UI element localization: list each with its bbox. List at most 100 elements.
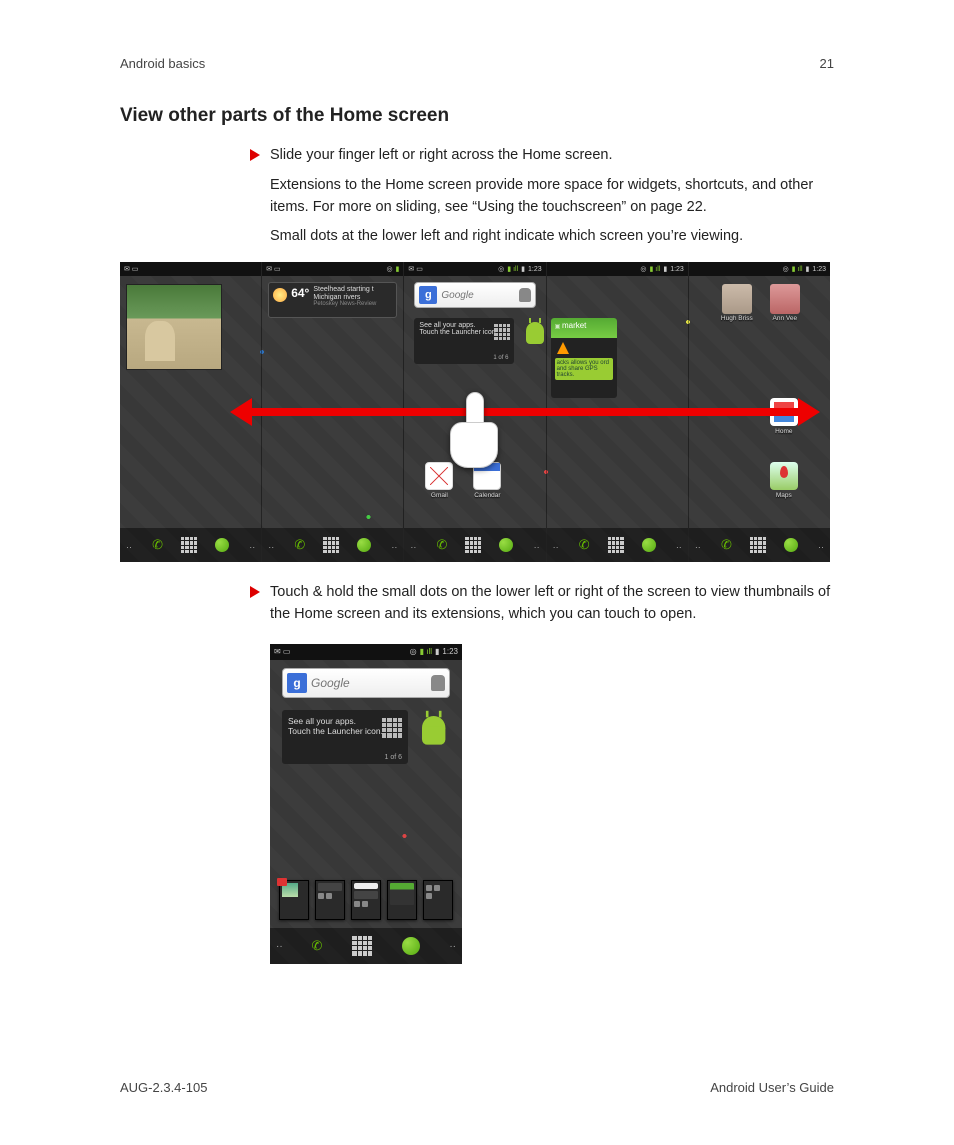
phone-icon[interactable]: ✆ <box>312 938 323 954</box>
thumbnail-2[interactable] <box>315 880 345 920</box>
mic-icon[interactable] <box>431 675 445 691</box>
tip-bubble[interactable]: See all your apps. Touch the Launcher ic… <box>282 710 408 764</box>
search-widget[interactable]: g <box>414 282 535 308</box>
thumbnail-3[interactable] <box>351 880 381 920</box>
phone-icon[interactable]: ✆ <box>294 537 305 553</box>
bullet-icon <box>250 586 260 598</box>
pager-dots-right[interactable]: ·· <box>818 542 824 552</box>
browser-icon[interactable] <box>402 937 420 955</box>
signal-icon: ▮ ıll <box>792 265 803 273</box>
launcher-icon[interactable] <box>750 537 766 553</box>
header-left: Android basics <box>120 56 205 71</box>
header-page-number: 21 <box>820 56 834 71</box>
dock: ✆ ·· ·· <box>270 928 462 964</box>
signal-icon: ▮ ıll <box>420 647 432 656</box>
browser-icon[interactable] <box>357 538 371 552</box>
pager-dots-left[interactable]: ·· <box>695 542 701 552</box>
google-g-icon: g <box>287 673 307 693</box>
mic-icon[interactable] <box>519 288 531 302</box>
market-title: market <box>562 321 586 330</box>
phone-icon[interactable]: ✆ <box>437 537 448 553</box>
launcher-icon[interactable] <box>608 537 624 553</box>
app-label: Calendar <box>470 492 504 499</box>
shortcut-maps[interactable]: Maps <box>767 462 801 499</box>
body-block-1: Slide your finger left or right across t… <box>250 145 834 248</box>
pager-dots-right[interactable]: ·· <box>534 542 540 552</box>
footer-doc-id: AUG-2.3.4-105 <box>120 1080 207 1095</box>
page-footer: AUG-2.3.4-105 Android User’s Guide <box>120 1080 834 1095</box>
pager-dots-left[interactable]: ·· <box>276 941 283 952</box>
phone-icon[interactable]: ✆ <box>579 537 590 553</box>
pager-dots-left[interactable]: ·· <box>410 542 416 552</box>
launcher-icon[interactable] <box>465 537 481 553</box>
signal-icon: ▮ ıll <box>507 265 518 273</box>
mail-icon: ✉ ▭ <box>408 265 422 273</box>
dock: ✆ ·· ·· <box>120 528 261 562</box>
tip-bubble[interactable]: See all your apps. Touch the Launcher ic… <box>414 318 514 364</box>
status-bar: ◎▮ ıll▮1:23 <box>547 262 688 276</box>
thumbnail-1[interactable] <box>279 880 309 920</box>
search-input[interactable] <box>311 676 427 690</box>
dock: ✆ ·· ·· <box>547 528 688 562</box>
signal-icon: ▮ <box>396 265 400 273</box>
pager-dots-right[interactable]: ·· <box>449 941 456 952</box>
thumbnail-4[interactable] <box>387 880 417 920</box>
section-title: View other parts of the Home screen <box>120 105 834 127</box>
status-bar: ✉ ▭ <box>120 262 261 276</box>
pager-dots-right[interactable]: ·· <box>676 542 682 552</box>
gps-icon: ◎ <box>498 265 504 273</box>
android-mascot-icon <box>422 716 445 745</box>
browser-icon[interactable] <box>499 538 513 552</box>
market-widget[interactable]: ▣ market acks allows you ord and share G… <box>551 318 617 398</box>
battery-icon: ▮ <box>806 265 810 273</box>
tip-count: 1 of 6 <box>493 355 508 361</box>
weather-source: Petoskey News-Review <box>313 301 376 308</box>
app-label: Maps <box>767 492 801 499</box>
app-label: Home <box>767 428 801 435</box>
pager-dots-right[interactable]: ·· <box>249 542 255 552</box>
launcher-icon[interactable] <box>323 537 339 553</box>
contact-hugh[interactable]: Hugh Briss <box>719 284 755 322</box>
pager-dots-left[interactable]: ·· <box>553 542 559 552</box>
contact-ann[interactable]: Ann Vee <box>767 284 803 322</box>
pager-dots-left[interactable]: ·· <box>126 542 132 552</box>
body-block-2: Touch & hold the small dots on the lower… <box>250 582 834 626</box>
phone-icon[interactable]: ✆ <box>721 537 732 553</box>
mail-icon: ✉ ▭ <box>266 265 280 273</box>
page-header: Android basics 21 <box>120 56 834 71</box>
search-input[interactable] <box>441 290 514 301</box>
bullet-2: Touch & hold the small dots on the lower… <box>270 582 834 626</box>
para-1: Extensions to the Home screen provide mo… <box>270 175 834 219</box>
google-g-icon: g <box>419 286 437 304</box>
bullet-1: Slide your finger left or right across t… <box>270 145 613 167</box>
thumbnail-5[interactable] <box>423 880 453 920</box>
sun-icon <box>273 288 287 302</box>
swipe-arrow-icon <box>250 408 800 416</box>
browser-icon[interactable] <box>784 538 798 552</box>
app-label: Gmail <box>422 492 456 499</box>
launcher-icon[interactable] <box>352 936 372 956</box>
pager-dots-left[interactable]: ·· <box>268 542 274 552</box>
dock: ✆ ·· ·· <box>404 528 545 562</box>
photo-widget[interactable] <box>126 284 222 370</box>
mail-icon: ✉ ▭ <box>274 647 290 656</box>
para-2: Small dots at the lower left and right i… <box>270 226 834 248</box>
battery-icon: ▮ <box>663 265 667 273</box>
weather-widget[interactable]: 64° Steelhead starting t Michigan rivers… <box>268 282 397 318</box>
browser-icon[interactable] <box>642 538 656 552</box>
pager-dots-right[interactable]: ·· <box>391 542 397 552</box>
phone-icon[interactable]: ✆ <box>152 537 163 553</box>
shortcut-home[interactable]: Home <box>767 398 801 435</box>
status-bar: ✉ ▭ ◎▮ ıll▮1:23 <box>270 644 462 660</box>
gps-icon: ◎ <box>410 647 417 656</box>
launcher-icon[interactable] <box>181 537 197 553</box>
tip-count: 1 of 6 <box>384 754 402 761</box>
weather-news-1: Steelhead starting t <box>313 286 376 294</box>
mail-icon: ✉ ▭ <box>124 265 138 273</box>
android-mascot-icon <box>526 322 544 344</box>
clock: 1:23 <box>528 266 542 273</box>
search-widget[interactable]: g <box>282 668 450 698</box>
browser-icon[interactable] <box>215 538 229 552</box>
clock: 1:23 <box>812 266 826 273</box>
clock: 1:23 <box>442 647 458 656</box>
